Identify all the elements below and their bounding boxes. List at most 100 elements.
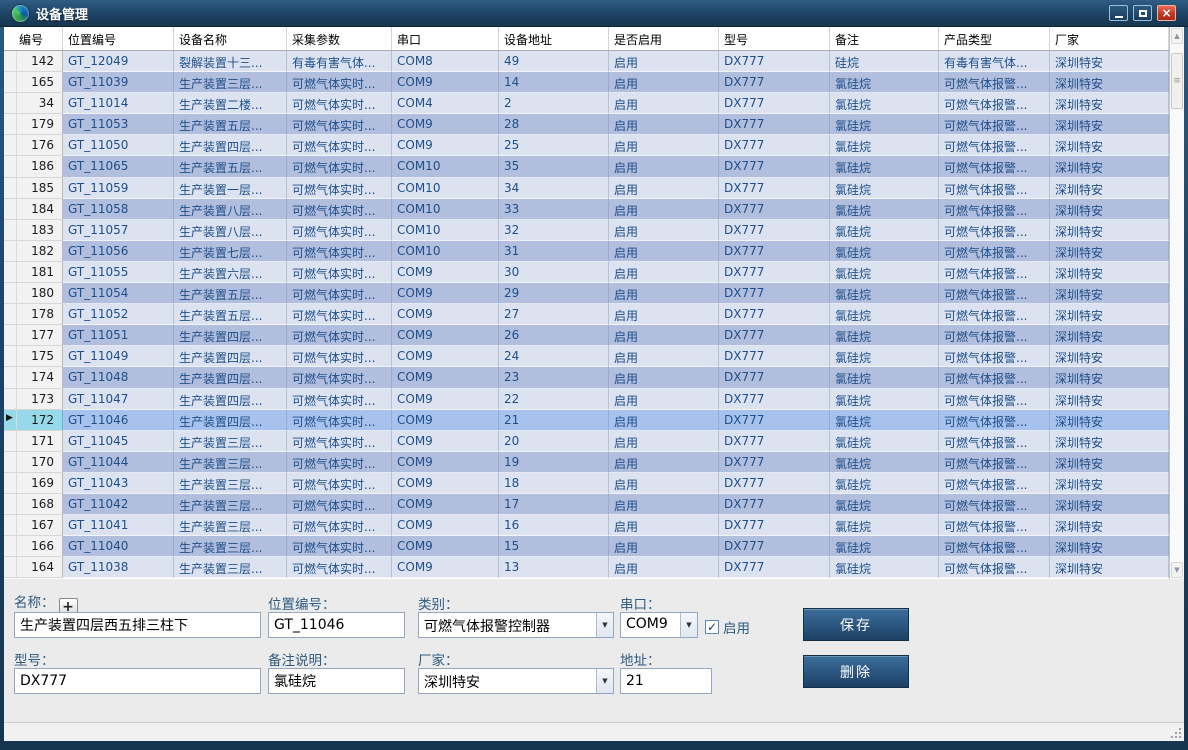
table-cell[interactable]: 氯硅烷 — [830, 431, 939, 452]
maximize-button[interactable] — [1133, 5, 1152, 21]
table-cell[interactable]: 氯硅烷 — [830, 536, 939, 557]
table-cell[interactable]: GT_11042 — [63, 494, 174, 515]
table-cell[interactable]: 深圳特安 — [1050, 220, 1169, 241]
table-cell[interactable]: COM10 — [392, 220, 499, 241]
table-cell[interactable]: 可燃气体实时... — [287, 220, 392, 241]
table-cell[interactable]: DX777 — [719, 93, 830, 114]
table-cell[interactable]: COM4 — [392, 93, 499, 114]
table-cell[interactable]: 可燃气体实时... — [287, 494, 392, 515]
vendor-select[interactable]: 深圳特安 ▼ — [418, 668, 614, 694]
table-cell[interactable]: 氯硅烷 — [830, 367, 939, 388]
table-cell[interactable]: 35 — [499, 156, 609, 177]
remark-input[interactable] — [268, 668, 405, 694]
chevron-down-icon[interactable]: ▼ — [596, 613, 613, 637]
table-cell[interactable]: DX777 — [719, 494, 830, 515]
table-row[interactable]: 186GT_11065生产装置五层...可燃气体实时...COM1035启用DX… — [4, 156, 1169, 177]
row-header[interactable]: 34 — [4, 93, 63, 114]
table-cell[interactable]: 生产装置四层... — [174, 389, 287, 410]
table-row[interactable]: 178GT_11052生产装置五层...可燃气体实时...COM927启用DX7… — [4, 304, 1169, 325]
table-cell[interactable]: GT_11057 — [63, 220, 174, 241]
column-header[interactable]: 备注 — [830, 27, 939, 50]
table-cell[interactable]: DX777 — [719, 241, 830, 262]
location-input[interactable] — [268, 612, 405, 638]
table-cell[interactable]: DX777 — [719, 262, 830, 283]
table-row[interactable]: ▶172GT_11046生产装置四层...可燃气体实时...COM921启用DX… — [4, 410, 1169, 431]
table-cell[interactable]: 可燃气体报警... — [939, 536, 1050, 557]
table-cell[interactable]: DX777 — [719, 72, 830, 93]
table-cell[interactable]: 可燃气体实时... — [287, 199, 392, 220]
table-cell[interactable]: 30 — [499, 262, 609, 283]
row-header[interactable]: 170 — [4, 452, 63, 473]
table-cell[interactable]: 可燃气体报警... — [939, 410, 1050, 431]
table-cell[interactable]: 可燃气体报警... — [939, 494, 1050, 515]
row-header[interactable]: 182 — [4, 241, 63, 262]
table-cell[interactable]: GT_11049 — [63, 346, 174, 367]
table-cell[interactable]: 29 — [499, 283, 609, 304]
column-header[interactable]: 设备名称 — [174, 27, 287, 50]
table-cell[interactable]: COM9 — [392, 114, 499, 135]
table-cell[interactable]: 可燃气体报警... — [939, 452, 1050, 473]
table-cell[interactable]: GT_11048 — [63, 367, 174, 388]
table-cell[interactable]: 有毒有害气体... — [287, 51, 392, 72]
table-cell[interactable]: GT_11056 — [63, 241, 174, 262]
table-cell[interactable]: 生产装置三层... — [174, 452, 287, 473]
column-header[interactable]: 位置编号 — [63, 27, 174, 50]
table-cell[interactable]: 可燃气体实时... — [287, 515, 392, 536]
row-header[interactable]: 180 — [4, 283, 63, 304]
table-cell[interactable]: 启用 — [609, 325, 719, 346]
table-cell[interactable]: GT_11041 — [63, 515, 174, 536]
table-cell[interactable]: 启用 — [609, 156, 719, 177]
table-cell[interactable]: COM9 — [392, 515, 499, 536]
table-row[interactable]: 165GT_11039生产装置三层...可燃气体实时...COM914启用DX7… — [4, 72, 1169, 93]
table-row[interactable]: 183GT_11057生产装置八层...可燃气体实时...COM1032启用DX… — [4, 220, 1169, 241]
table-cell[interactable]: 氯硅烷 — [830, 199, 939, 220]
table-cell[interactable]: DX777 — [719, 114, 830, 135]
table-cell[interactable]: 20 — [499, 431, 609, 452]
row-header[interactable]: 184 — [4, 199, 63, 220]
row-header[interactable]: 165 — [4, 72, 63, 93]
table-cell[interactable]: DX777 — [719, 367, 830, 388]
table-cell[interactable]: COM10 — [392, 178, 499, 199]
table-cell[interactable]: 生产装置三层... — [174, 515, 287, 536]
column-header[interactable]: 设备地址 — [499, 27, 609, 50]
table-cell[interactable]: 可燃气体报警... — [939, 156, 1050, 177]
table-cell[interactable]: 深圳特安 — [1050, 241, 1169, 262]
table-cell[interactable]: 氯硅烷 — [830, 135, 939, 156]
table-cell[interactable]: 可燃气体报警... — [939, 199, 1050, 220]
table-cell[interactable]: DX777 — [719, 220, 830, 241]
table-cell[interactable]: 可燃气体实时... — [287, 93, 392, 114]
table-cell[interactable]: 可燃气体实时... — [287, 325, 392, 346]
chevron-down-icon[interactable]: ▼ — [680, 613, 697, 637]
table-cell[interactable]: 深圳特安 — [1050, 114, 1169, 135]
row-header[interactable]: 164 — [4, 557, 63, 578]
table-cell[interactable]: COM9 — [392, 367, 499, 388]
close-button[interactable]: × — [1157, 5, 1176, 21]
table-cell[interactable]: 启用 — [609, 536, 719, 557]
title-bar[interactable]: 设备管理 × — [0, 0, 1188, 27]
table-cell[interactable]: 硅烷 — [830, 51, 939, 72]
table-row[interactable]: 34GT_11014生产装置二楼...可燃气体实时...COM42启用DX777… — [4, 93, 1169, 114]
table-cell[interactable]: 可燃气体报警... — [939, 262, 1050, 283]
table-cell[interactable]: 19 — [499, 452, 609, 473]
table-cell[interactable]: COM9 — [392, 304, 499, 325]
table-cell[interactable]: 深圳特安 — [1050, 199, 1169, 220]
table-cell[interactable]: GT_11039 — [63, 72, 174, 93]
table-cell[interactable]: 氯硅烷 — [830, 473, 939, 494]
table-cell[interactable]: 生产装置七层... — [174, 241, 287, 262]
table-cell[interactable]: GT_11065 — [63, 156, 174, 177]
row-header[interactable]: 177 — [4, 325, 63, 346]
category-select[interactable]: 可燃气体报警控制器 ▼ — [418, 612, 614, 638]
table-cell[interactable]: 23 — [499, 367, 609, 388]
table-cell[interactable]: 可燃气体报警... — [939, 431, 1050, 452]
table-cell[interactable]: 氯硅烷 — [830, 557, 939, 578]
table-row[interactable]: 177GT_11051生产装置四层...可燃气体实时...COM926启用DX7… — [4, 325, 1169, 346]
table-cell[interactable]: 深圳特安 — [1050, 93, 1169, 114]
table-cell[interactable]: 可燃气体实时... — [287, 452, 392, 473]
table-cell[interactable]: 18 — [499, 473, 609, 494]
table-cell[interactable]: COM10 — [392, 199, 499, 220]
table-cell[interactable]: 33 — [499, 199, 609, 220]
table-row[interactable]: 175GT_11049生产装置四层...可燃气体实时...COM924启用DX7… — [4, 346, 1169, 367]
column-header[interactable]: 厂家 — [1050, 27, 1169, 50]
table-cell[interactable]: 生产装置三层... — [174, 557, 287, 578]
table-cell[interactable]: GT_11054 — [63, 283, 174, 304]
